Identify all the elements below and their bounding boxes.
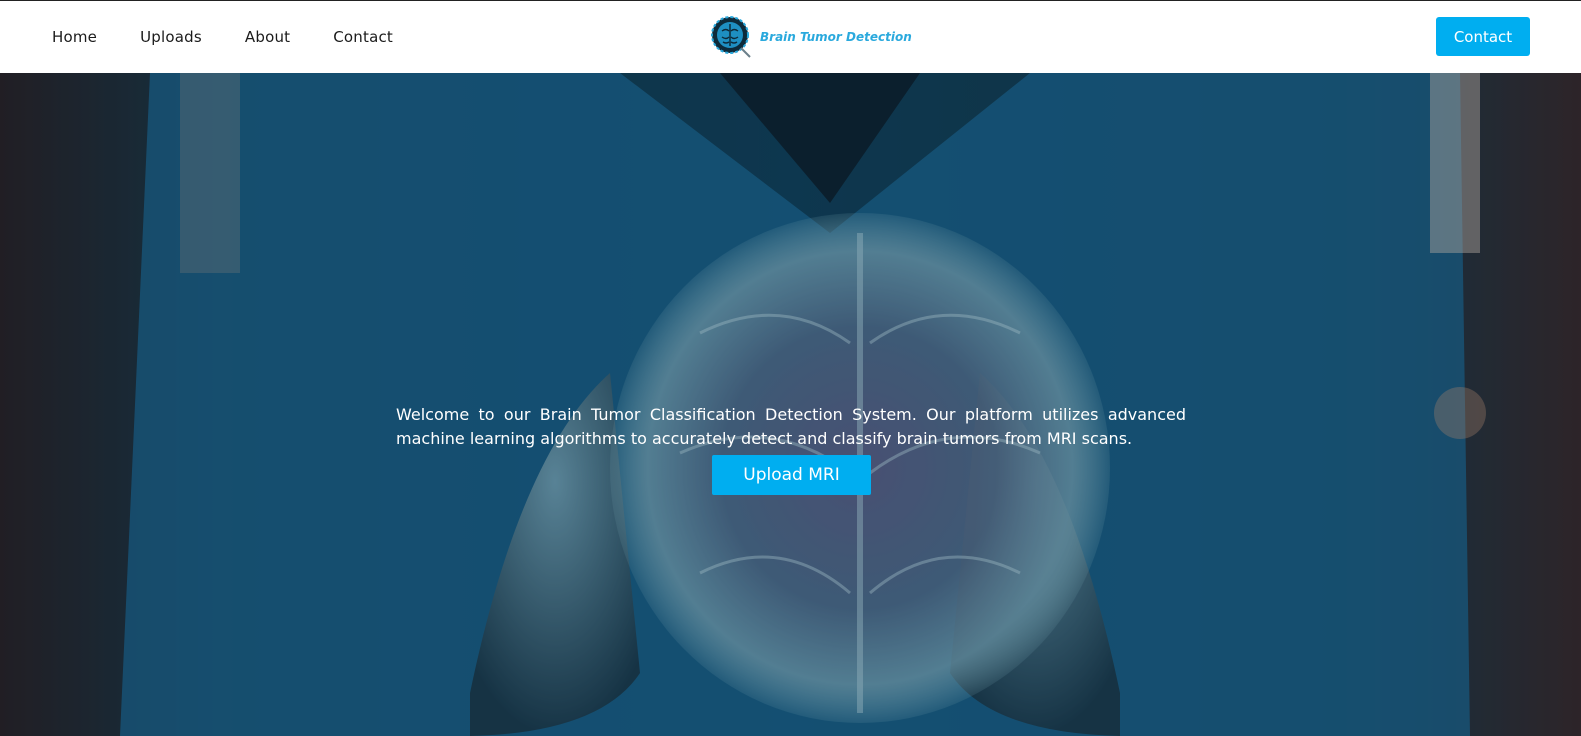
navbar: Home Uploads About Contact Brain Tumor D… [0, 1, 1581, 73]
hero-section: Welcome to our Brain Tumor Classificatio… [0, 73, 1581, 736]
nav-link-home[interactable]: Home [52, 28, 97, 46]
nav-link-contact[interactable]: Contact [333, 28, 393, 46]
brain-logo-icon [711, 16, 751, 58]
brand-text: Brain Tumor Detection [760, 30, 912, 44]
hero-description: Welcome to our Brain Tumor Classificatio… [396, 405, 1186, 448]
brand[interactable]: Brain Tumor Detection [710, 15, 912, 59]
upload-mri-button[interactable]: Upload MRI [712, 455, 871, 495]
nav-links: Home Uploads About Contact [52, 1, 436, 73]
contact-button[interactable]: Contact [1436, 17, 1530, 56]
nav-link-about[interactable]: About [245, 28, 290, 46]
nav-link-uploads[interactable]: Uploads [140, 28, 202, 46]
